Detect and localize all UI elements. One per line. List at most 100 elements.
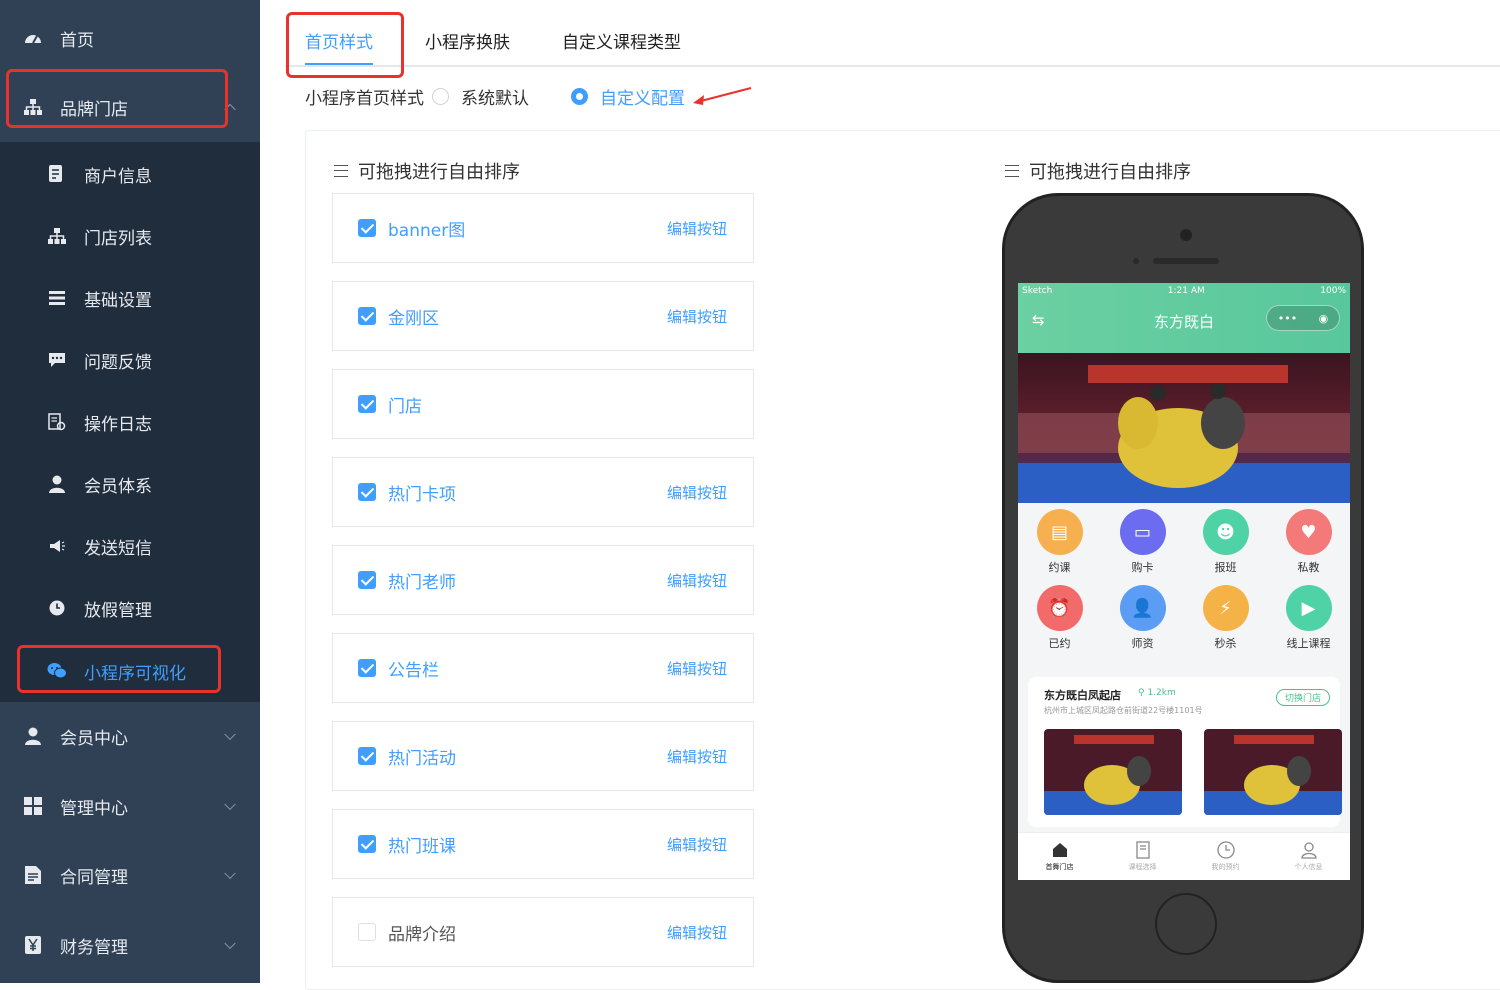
sensor-icon bbox=[1133, 258, 1139, 264]
module-checkbox[interactable] bbox=[358, 747, 376, 765]
store-distance-text: 1.2km bbox=[1147, 688, 1176, 698]
grid-label: 购卡 bbox=[1131, 561, 1154, 574]
module-label: 热门班课 bbox=[388, 836, 456, 857]
sidebar-item-contract[interactable]: 合同管理 bbox=[0, 855, 260, 895]
user-icon bbox=[46, 473, 68, 495]
tabbar-item-profile[interactable]: 个人信息 bbox=[1267, 833, 1350, 880]
grid-item-buy-card[interactable]: ▭ 购卡 bbox=[1101, 509, 1184, 575]
edit-button[interactable]: 编辑按钮 bbox=[667, 658, 727, 679]
phone-preview: Sketch 1:21 AM 100% ⇆ 东方既白 ••• ◉ ▤ 约课 ▭ … bbox=[1002, 193, 1364, 983]
grid-item-enroll[interactable]: ☻ 报班 bbox=[1184, 509, 1267, 575]
section-title-text: 可拖拽进行自由排序 bbox=[358, 162, 520, 183]
sidebar-item-operation-log[interactable]: 操作日志 bbox=[0, 402, 260, 442]
tabbar-item-booking[interactable]: 我的预约 bbox=[1184, 833, 1267, 880]
grid-item-private[interactable]: ♥ 私教 bbox=[1267, 509, 1350, 575]
private-coach-icon: ♥ bbox=[1285, 509, 1332, 555]
store-photo[interactable] bbox=[1204, 729, 1342, 815]
edit-button[interactable]: 编辑按钮 bbox=[667, 746, 727, 767]
sidebar-item-finance[interactable]: 财务管理 bbox=[0, 925, 260, 965]
highlight-box bbox=[286, 12, 404, 78]
grid-item-booked[interactable]: ⏰ 已约 bbox=[1018, 585, 1101, 651]
sidebar-item-label: 问题反馈 bbox=[84, 352, 152, 373]
edit-button[interactable]: 编辑按钮 bbox=[667, 922, 727, 943]
carrier-text: Sketch bbox=[1022, 286, 1053, 296]
sidebar-item-label: 放假管理 bbox=[84, 600, 152, 621]
switch-store-button[interactable]: 切换门店 bbox=[1275, 689, 1330, 706]
module-checkbox[interactable] bbox=[358, 395, 376, 413]
radio-custom[interactable] bbox=[571, 88, 588, 105]
list-icon bbox=[46, 287, 68, 309]
module-label: 金刚区 bbox=[388, 308, 439, 329]
sidebar-item-feedback[interactable]: 问题反馈 bbox=[0, 340, 260, 380]
edit-button[interactable]: 编辑按钮 bbox=[667, 570, 727, 591]
banner-image[interactable] bbox=[1018, 353, 1350, 503]
module-checkbox[interactable] bbox=[358, 219, 376, 237]
grid-item-book-class[interactable]: ▤ 约课 bbox=[1018, 509, 1101, 575]
clock-icon bbox=[1216, 841, 1235, 859]
module-item-hot-teachers[interactable]: 热门老师 编辑按钮 bbox=[332, 545, 754, 615]
grid-label: 约课 bbox=[1048, 561, 1071, 574]
module-item-brand-intro[interactable]: 品牌介绍 编辑按钮 bbox=[332, 897, 754, 967]
log-icon bbox=[46, 411, 68, 433]
module-checkbox[interactable] bbox=[358, 835, 376, 853]
store-card[interactable]: 东方既白凤起店 ⚲ 1.2km 杭州市上城区凤起路仓前街道22号楼1101号 切… bbox=[1028, 677, 1342, 827]
sidebar-item-merchant-info[interactable]: 商户信息 bbox=[0, 154, 260, 194]
highlight-box bbox=[17, 645, 221, 693]
sidebar-item-store-list[interactable]: 门店列表 bbox=[0, 216, 260, 256]
home-button bbox=[1155, 893, 1217, 955]
edit-button[interactable]: 编辑按钮 bbox=[667, 482, 727, 503]
edit-button[interactable]: 编辑按钮 bbox=[667, 834, 727, 855]
arrow-annotation-icon bbox=[693, 86, 752, 105]
grid-item-teachers[interactable]: 👤 师资 bbox=[1101, 585, 1184, 651]
module-item-hot-cards[interactable]: 热门卡项 编辑按钮 bbox=[332, 457, 754, 527]
grid-item-flash-sale[interactable]: ⚡ 秒杀 bbox=[1184, 585, 1267, 651]
module-label: 热门老师 bbox=[388, 572, 456, 593]
module-item-hot-activities[interactable]: 热门活动 编辑按钮 bbox=[332, 721, 754, 791]
sidebar-item-label: 基础设置 bbox=[84, 290, 152, 311]
sidebar-item-send-sms[interactable]: 发送短信 bbox=[0, 526, 260, 566]
tabbar-item-course[interactable]: 课程选择 bbox=[1101, 833, 1184, 880]
module-checkbox[interactable] bbox=[358, 923, 376, 941]
radio-default[interactable] bbox=[432, 88, 449, 105]
module-label: 公告栏 bbox=[388, 660, 439, 681]
grid-label: 报班 bbox=[1214, 561, 1237, 574]
phone-screen: Sketch 1:21 AM 100% ⇆ 东方既白 ••• ◉ ▤ 约课 ▭ … bbox=[1018, 283, 1350, 880]
module-item-notice[interactable]: 公告栏 编辑按钮 bbox=[332, 633, 754, 703]
sidebar-item-home[interactable]: 首页 bbox=[0, 18, 260, 58]
grid-label: 私教 bbox=[1297, 561, 1320, 574]
module-item-banner[interactable]: banner图 编辑按钮 bbox=[332, 193, 754, 263]
close-target-icon[interactable]: ◉ bbox=[1319, 312, 1329, 325]
module-item-jingang[interactable]: 金刚区 编辑按钮 bbox=[332, 281, 754, 351]
radio-default-label[interactable]: 系统默认 bbox=[461, 84, 529, 109]
chevron-down-icon bbox=[224, 728, 236, 741]
feature-grid: ▤ 约课 ▭ 购卡 ☻ 报班 ♥ 私教 ⏰ 已约 👤 师资 ⚡ 秒杀 ▶ 线上课… bbox=[1018, 509, 1350, 651]
tab-skin[interactable]: 小程序换肤 bbox=[425, 28, 510, 65]
tabbar-item-store[interactable]: 首舞门店 bbox=[1018, 833, 1101, 880]
module-item-hot-classes[interactable]: 热门班课 编辑按钮 bbox=[332, 809, 754, 879]
edit-button[interactable]: 编辑按钮 bbox=[667, 306, 727, 327]
sidebar-item-holiday[interactable]: 放假管理 bbox=[0, 588, 260, 628]
location-pin-icon: ⚲ bbox=[1138, 688, 1145, 698]
sidebar-item-label: 会员体系 bbox=[84, 476, 152, 497]
store-address: 杭州市上城区凤起路仓前街道22号楼1101号 bbox=[1044, 706, 1203, 715]
grid-item-online-course[interactable]: ▶ 线上课程 bbox=[1267, 585, 1350, 651]
sidebar-item-member-center[interactable]: 会员中心 bbox=[0, 716, 260, 756]
module-checkbox[interactable] bbox=[358, 659, 376, 677]
radio-custom-label[interactable]: 自定义配置 bbox=[600, 84, 685, 109]
module-checkbox[interactable] bbox=[358, 483, 376, 501]
module-checkbox[interactable] bbox=[358, 571, 376, 589]
sidebar-item-management-center[interactable]: 管理中心 bbox=[0, 786, 260, 826]
book-icon bbox=[1135, 841, 1150, 859]
module-item-store[interactable]: 门店 bbox=[332, 369, 754, 439]
sidebar-item-member-system[interactable]: 会员体系 bbox=[0, 464, 260, 504]
edit-button[interactable]: 编辑按钮 bbox=[667, 218, 727, 239]
sidebar-item-label: 财务管理 bbox=[60, 937, 128, 958]
battery-text: 100% bbox=[1320, 286, 1346, 296]
module-checkbox[interactable] bbox=[358, 307, 376, 325]
more-dots-icon[interactable]: ••• bbox=[1278, 312, 1297, 325]
capsule-menu[interactable]: ••• ◉ bbox=[1266, 305, 1340, 331]
sidebar-item-label: 商户信息 bbox=[84, 166, 152, 187]
sidebar-item-basic-settings[interactable]: 基础设置 bbox=[0, 278, 260, 318]
store-photo[interactable] bbox=[1044, 729, 1182, 815]
tab-custom-course-type[interactable]: 自定义课程类型 bbox=[562, 28, 681, 65]
